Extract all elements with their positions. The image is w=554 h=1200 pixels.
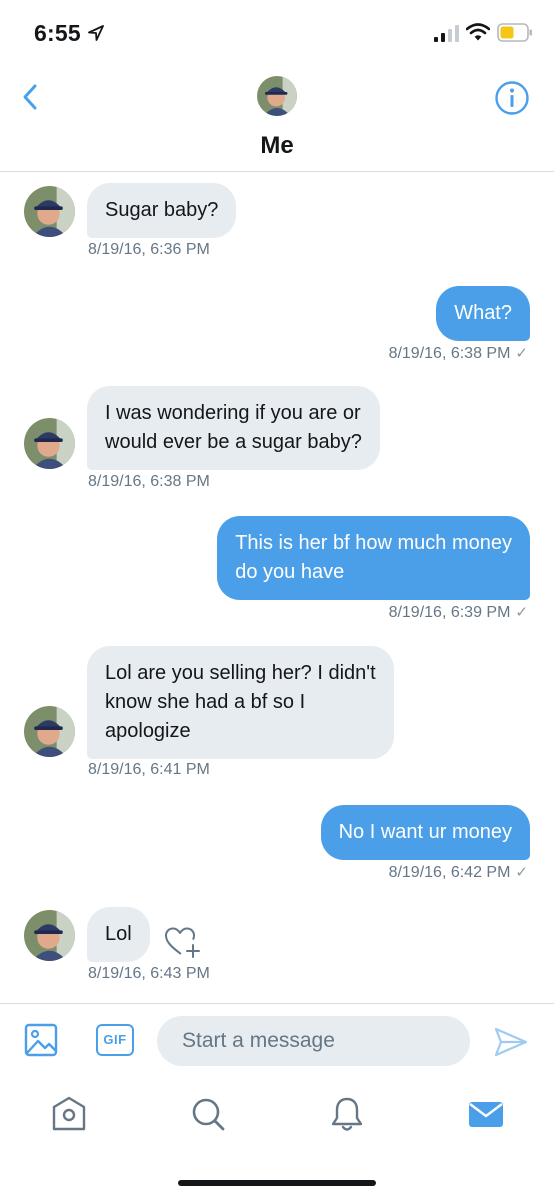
message-meta: 8/19/16, 6:42 PM ✓: [389, 863, 528, 882]
read-check-icon: ✓: [515, 864, 528, 881]
status-bar: 6:55: [0, 0, 554, 64]
info-button[interactable]: [494, 80, 530, 116]
conversation-title: Me: [260, 132, 294, 159]
message-text-line: This is her bf how much money: [235, 532, 512, 554]
sender-avatar[interactable]: [24, 706, 75, 757]
gif-button[interactable]: GIF: [96, 1024, 134, 1056]
message-text-line: No I want ur money: [338, 821, 512, 843]
message-timestamp: 8/19/16, 6:42 PM: [388, 864, 511, 881]
sender-avatar[interactable]: [24, 418, 75, 469]
conversation-header: Me: [0, 64, 554, 172]
header-avatar[interactable]: [257, 76, 297, 116]
message-bubble-incoming[interactable]: Lol are you selling her? I didn't know s…: [87, 646, 394, 759]
message-timestamp: 8/19/16, 6:43 PM: [88, 965, 210, 982]
sender-avatar[interactable]: [24, 910, 75, 961]
message-input[interactable]: [157, 1016, 470, 1066]
message-text-line: Sugar baby?: [105, 199, 219, 221]
message-text-line: know she had a bf so I: [105, 691, 306, 713]
mail-icon[interactable]: [466, 1094, 506, 1134]
message-meta: 8/19/16, 6:39 PM ✓: [389, 603, 528, 622]
bottom-tab-bar: [0, 1080, 554, 1200]
read-check-icon: ✓: [515, 604, 528, 621]
message-timestamp: 8/19/16, 6:39 PM: [388, 604, 511, 621]
message-bubble-incoming[interactable]: Sugar baby?: [87, 183, 237, 238]
message-timestamp: 8/19/16, 6:38 PM: [88, 473, 210, 490]
message-bubble-incoming[interactable]: Lol: [87, 907, 150, 962]
message-text-line: Lol: [105, 923, 132, 945]
home-indicator[interactable]: [178, 1180, 376, 1186]
message-timestamp: 8/19/16, 6:41 PM: [88, 761, 210, 778]
location-arrow-icon: [88, 25, 104, 41]
message-text-line: would ever be a sugar baby?: [105, 431, 362, 453]
bell-icon[interactable]: [327, 1094, 367, 1134]
message-text-line: Lol are you selling her? I didn't: [105, 662, 376, 684]
message-timestamp: 8/19/16, 6:36 PM: [88, 241, 210, 258]
home-icon[interactable]: [49, 1094, 89, 1134]
message-bubble-incoming[interactable]: I was wondering if you are or would ever…: [87, 386, 380, 470]
message-meta: 8/19/16, 6:38 PM ✓: [389, 344, 528, 363]
message-text-line: I was wondering if you are or: [105, 402, 361, 424]
back-button[interactable]: [14, 80, 48, 114]
wifi-icon: [466, 23, 490, 41]
message-composer: GIF: [0, 1003, 554, 1080]
read-check-icon: ✓: [515, 345, 528, 362]
sender-avatar[interactable]: [24, 186, 75, 237]
message-timestamp: 8/19/16, 6:38 PM: [388, 345, 511, 362]
battery-icon: [497, 23, 532, 42]
message-bubble-outgoing[interactable]: This is her bf how much money do you hav…: [217, 516, 530, 600]
message-bubble-outgoing[interactable]: What?: [436, 286, 530, 341]
message-text-line: do you have: [235, 561, 345, 583]
dm-conversation-screen: 6:55 Me Sugar baby? 8/19/16, 6:36 PM Wha…: [0, 0, 554, 1200]
heart-plus-icon[interactable]: [164, 925, 202, 959]
message-bubble-outgoing[interactable]: No I want ur money: [320, 805, 530, 860]
message-text-line: What?: [454, 302, 512, 324]
status-time: 6:55: [34, 20, 81, 46]
send-icon[interactable]: [493, 1024, 529, 1060]
search-icon[interactable]: [188, 1094, 228, 1134]
message-text-line: apologize: [105, 720, 191, 742]
image-icon[interactable]: [24, 1022, 58, 1058]
signal-icon: [434, 25, 459, 42]
